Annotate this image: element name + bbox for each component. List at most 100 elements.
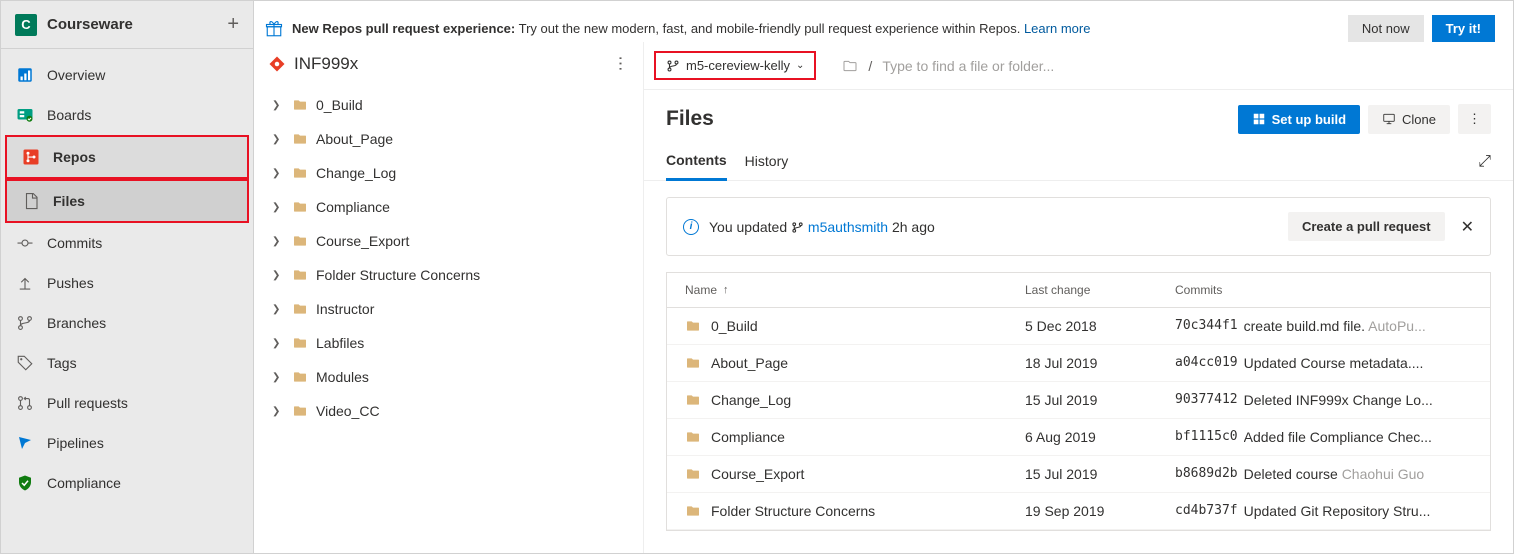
tree-list: ❯0_Build❯About_Page❯Change_Log❯Complianc…: [254, 84, 643, 432]
sidebar: C Courseware + Overview Boards Repos Fil…: [1, 1, 254, 553]
more-vertical-icon: ⋮: [1468, 111, 1481, 126]
tree-item[interactable]: ❯ About_Page: [262, 122, 635, 156]
not-now-button[interactable]: Not now: [1348, 15, 1424, 42]
repos-icon: [21, 147, 41, 167]
pull-requests-icon: [15, 393, 35, 413]
more-icon[interactable]: ⋯: [611, 56, 631, 73]
chevron-right-icon: ❯: [272, 236, 284, 247]
table-header: Name ↑ Last change Commits: [667, 272, 1490, 308]
col-name-header[interactable]: Name ↑: [685, 283, 1025, 297]
compliance-icon: [15, 473, 35, 493]
last-change: 5 Dec 2018: [1025, 318, 1175, 334]
pipelines-icon: [15, 433, 35, 453]
nav-boards[interactable]: Boards: [1, 95, 253, 135]
nav-label: Files: [53, 193, 85, 209]
main-content: m5-cereview-kelly ⌄ / Files Set up: [644, 42, 1513, 553]
add-icon[interactable]: +: [227, 13, 239, 36]
chevron-right-icon: ❯: [272, 406, 284, 417]
nav-compliance[interactable]: Compliance: [1, 463, 253, 503]
chevron-right-icon: ❯: [272, 270, 284, 281]
nav-label: Boards: [47, 107, 91, 123]
sidebar-header: C Courseware +: [1, 1, 253, 49]
tree-item[interactable]: ❯0_Build: [262, 88, 635, 122]
nav-pushes[interactable]: Pushes: [1, 263, 253, 303]
table-row[interactable]: Change_Log15 Jul 201990377412 Deleted IN…: [667, 382, 1490, 419]
branch-name: m5-cereview-kelly: [686, 58, 790, 73]
file-name: About_Page: [711, 355, 788, 371]
chevron-right-icon: ❯: [272, 134, 284, 145]
chevron-right-icon: ❯: [272, 372, 284, 383]
setup-build-button[interactable]: Set up build: [1238, 105, 1360, 134]
notice-branch-link[interactable]: m5authsmith: [808, 219, 888, 235]
tree-item[interactable]: ❯Instructor: [262, 292, 635, 326]
nav-branches[interactable]: Branches: [1, 303, 253, 343]
branch-icon: [666, 59, 680, 73]
tree-item-label: About_Page: [316, 131, 393, 147]
nav-list: Overview Boards Repos Files Commits Push…: [1, 49, 253, 553]
repo-icon: [268, 55, 286, 73]
tree-item-label: Labfiles: [316, 335, 364, 351]
tree-item[interactable]: ❯Labfiles: [262, 326, 635, 360]
commit-message: create build.md file. AutoPu...: [1244, 318, 1426, 334]
clone-button[interactable]: Clone: [1368, 105, 1450, 134]
table-row[interactable]: 0_Build5 Dec 201870c344f1 create build.m…: [667, 308, 1490, 345]
tree-item-label: Course_Export: [316, 233, 409, 249]
commit-hash: bf1115c0: [1175, 429, 1238, 445]
table-row[interactable]: About_Page18 Jul 2019a04cc019 Updated Co…: [667, 345, 1490, 382]
chevron-right-icon: ❯: [272, 202, 284, 213]
tree-item[interactable]: ❯Change_Log: [262, 156, 635, 190]
col-commits-header[interactable]: Commits: [1175, 283, 1472, 297]
nav-files[interactable]: Files: [5, 179, 249, 223]
chevron-right-icon: ❯: [272, 304, 284, 315]
banner-text: New Repos pull request experience: Try o…: [292, 21, 1340, 36]
nav-repos[interactable]: Repos: [5, 135, 249, 179]
tab-history[interactable]: History: [745, 145, 789, 179]
table-row[interactable]: Course_Export15 Jul 2019b8689d2b Deleted…: [667, 456, 1490, 493]
tree-item[interactable]: ❯Modules: [262, 360, 635, 394]
close-icon[interactable]: ✕: [1461, 217, 1474, 237]
project-avatar: C: [15, 14, 37, 36]
table-row[interactable]: Compliance6 Aug 2019bf1115c0 Added file …: [667, 419, 1490, 456]
tree-item-label: 0_Build: [316, 97, 363, 113]
tree-item[interactable]: ❯Compliance: [262, 190, 635, 224]
nav-overview[interactable]: Overview: [1, 55, 253, 95]
nav-commits[interactable]: Commits: [1, 223, 253, 263]
file-table: Name ↑ Last change Commits 0_Build 5 Dec …: [666, 272, 1491, 531]
file-name: Change_Log: [711, 392, 791, 408]
nav-label: Compliance: [47, 475, 121, 491]
nav-tags[interactable]: Tags: [1, 343, 253, 383]
tree-item-label: Video_CC: [316, 403, 380, 419]
fullscreen-icon[interactable]: ⤢: [1478, 153, 1491, 171]
try-it-button[interactable]: Try it!: [1432, 15, 1495, 42]
page-title: Files: [666, 107, 714, 131]
path-input[interactable]: [882, 58, 1102, 74]
pushes-icon: [15, 273, 35, 293]
project-name[interactable]: Courseware: [47, 16, 133, 33]
learn-more-link[interactable]: Learn more: [1024, 21, 1090, 36]
tree-item[interactable]: ❯ Folder Structure Concerns: [262, 258, 635, 292]
nav-pull-requests[interactable]: Pull requests: [1, 383, 253, 423]
nav-label: Tags: [47, 355, 77, 371]
repo-selector[interactable]: INF999x: [268, 54, 358, 74]
last-change: 15 Jul 2019: [1025, 392, 1175, 408]
breadcrumb: /: [842, 58, 1102, 74]
last-change: 6 Aug 2019: [1025, 429, 1175, 445]
commit-message: Deleted INF999x Change Lo...: [1244, 392, 1433, 408]
table-row[interactable]: Folder Structure Concerns19 Sep 2019cd4b…: [667, 493, 1490, 530]
commit-message: Updated Course metadata....: [1244, 355, 1424, 371]
create-pr-button[interactable]: Create a pull request: [1288, 212, 1445, 241]
branch-selector[interactable]: m5-cereview-kelly ⌄: [654, 51, 816, 80]
tree-item-label: Folder Structure Concerns: [316, 267, 480, 283]
tree-item[interactable]: ❯ Video_CC: [262, 394, 635, 428]
more-actions-button[interactable]: ⋮: [1458, 104, 1491, 134]
nav-pipelines[interactable]: Pipelines: [1, 423, 253, 463]
page-actions: Set up build Clone ⋮: [1238, 104, 1491, 134]
tab-contents[interactable]: Contents: [666, 144, 727, 181]
nav-label: Commits: [47, 235, 102, 251]
tags-icon: [15, 353, 35, 373]
nav-label: Overview: [47, 67, 105, 83]
tree-item[interactable]: ❯ Course_Export: [262, 224, 635, 258]
file-name: 0_Build: [711, 318, 758, 334]
branches-icon: [15, 313, 35, 333]
col-change-header[interactable]: Last change: [1025, 283, 1175, 297]
